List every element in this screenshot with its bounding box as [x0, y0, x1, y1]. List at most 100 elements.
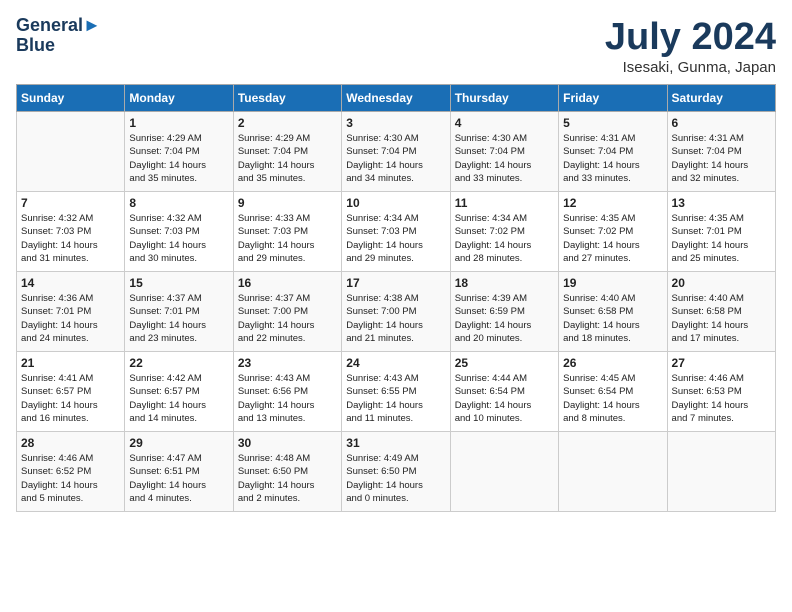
calendar-cell: [559, 432, 667, 512]
day-info: Sunrise: 4:36 AM Sunset: 7:01 PM Dayligh…: [21, 292, 120, 345]
calendar-cell: 16Sunrise: 4:37 AM Sunset: 7:00 PM Dayli…: [233, 272, 341, 352]
calendar-cell: 2Sunrise: 4:29 AM Sunset: 7:04 PM Daylig…: [233, 112, 341, 192]
calendar-cell: 20 Sunrise: 4:40 AM Sunset: 6:58 PM Dayli…: [667, 272, 775, 352]
calendar-cell: 7 Sunrise: 4:32 AM Sunset: 7:03 PM Daylig…: [17, 192, 125, 272]
day-info: Sunrise: 4:40 AM Sunset: 6:58 PM Dayligh…: [672, 292, 771, 345]
calendar-cell: 10Sunrise: 4:34 AM Sunset: 7:03 PM Dayli…: [342, 192, 450, 272]
day-number: 30: [238, 436, 337, 450]
week-row-5: 28 Sunrise: 4:46 AM Sunset: 6:52 PM Dayli…: [17, 432, 776, 512]
calendar-table: SundayMondayTuesdayWednesdayThursdayFrid…: [16, 84, 776, 512]
day-info: Sunrise: 4:38 AM Sunset: 7:00 PM Dayligh…: [346, 292, 445, 345]
day-number: 14: [21, 276, 120, 290]
day-number: 10: [346, 196, 445, 210]
day-number: 29: [129, 436, 228, 450]
calendar-cell: 25 Sunrise: 4:44 AM Sunset: 6:54 PM Dayli…: [450, 352, 558, 432]
day-number: 15: [129, 276, 228, 290]
calendar-cell: 19 Sunrise: 4:40 AM Sunset: 6:58 PM Dayli…: [559, 272, 667, 352]
calendar-cell: 11 Sunrise: 4:34 AM Sunset: 7:02 PM Dayli…: [450, 192, 558, 272]
day-info: Sunrise: 4:46 AM Sunset: 6:53 PM Dayligh…: [672, 372, 771, 425]
day-number: 12: [563, 196, 662, 210]
calendar-cell: 17Sunrise: 4:38 AM Sunset: 7:00 PM Dayli…: [342, 272, 450, 352]
day-header-monday: Monday: [125, 85, 233, 112]
day-info: Sunrise: 4:40 AM Sunset: 6:58 PM Dayligh…: [563, 292, 662, 345]
day-info: Sunrise: 4:39 AM Sunset: 6:59 PM Dayligh…: [455, 292, 554, 345]
calendar-cell: 31 Sunrise: 4:49 AM Sunset: 6:50 PM Dayli…: [342, 432, 450, 512]
month-title: July 2024: [605, 16, 776, 59]
calendar-header: SundayMondayTuesdayWednesdayThursdayFrid…: [17, 85, 776, 112]
day-number: 9: [238, 196, 337, 210]
day-number: 23: [238, 356, 337, 370]
day-number: 4: [455, 116, 554, 130]
day-header-thursday: Thursday: [450, 85, 558, 112]
calendar-cell: [667, 432, 775, 512]
calendar-cell: 26Sunrise: 4:45 AM Sunset: 6:54 PM Dayli…: [559, 352, 667, 432]
day-number: 24: [346, 356, 445, 370]
calendar-cell: 27 Sunrise: 4:46 AM Sunset: 6:53 PM Dayli…: [667, 352, 775, 432]
calendar-cell: 21Sunrise: 4:41 AM Sunset: 6:57 PM Dayli…: [17, 352, 125, 432]
day-number: 11: [455, 196, 554, 210]
day-info: Sunrise: 4:32 AM Sunset: 7:03 PM Dayligh…: [21, 212, 120, 265]
day-info: Sunrise: 4:29 AM Sunset: 7:04 PM Dayligh…: [129, 132, 228, 185]
calendar-body: 1Sunrise: 4:29 AM Sunset: 7:04 PM Daylig…: [17, 112, 776, 512]
calendar-cell: 4Sunrise: 4:30 AM Sunset: 7:04 PM Daylig…: [450, 112, 558, 192]
day-info: Sunrise: 4:43 AM Sunset: 6:55 PM Dayligh…: [346, 372, 445, 425]
header-row: SundayMondayTuesdayWednesdayThursdayFrid…: [17, 85, 776, 112]
day-header-tuesday: Tuesday: [233, 85, 341, 112]
day-info: Sunrise: 4:35 AM Sunset: 7:01 PM Dayligh…: [672, 212, 771, 265]
day-info: Sunrise: 4:34 AM Sunset: 7:02 PM Dayligh…: [455, 212, 554, 265]
calendar-cell: 5Sunrise: 4:31 AM Sunset: 7:04 PM Daylig…: [559, 112, 667, 192]
day-number: 22: [129, 356, 228, 370]
day-number: 27: [672, 356, 771, 370]
day-info: Sunrise: 4:47 AM Sunset: 6:51 PM Dayligh…: [129, 452, 228, 505]
day-info: Sunrise: 4:48 AM Sunset: 6:50 PM Dayligh…: [238, 452, 337, 505]
day-number: 16: [238, 276, 337, 290]
day-number: 26: [563, 356, 662, 370]
day-number: 18: [455, 276, 554, 290]
calendar-cell: [17, 112, 125, 192]
day-info: Sunrise: 4:43 AM Sunset: 6:56 PM Dayligh…: [238, 372, 337, 425]
day-header-saturday: Saturday: [667, 85, 775, 112]
day-info: Sunrise: 4:30 AM Sunset: 7:04 PM Dayligh…: [346, 132, 445, 185]
day-number: 25: [455, 356, 554, 370]
day-number: 7: [21, 196, 120, 210]
calendar-cell: 8Sunrise: 4:32 AM Sunset: 7:03 PM Daylig…: [125, 192, 233, 272]
day-info: Sunrise: 4:49 AM Sunset: 6:50 PM Dayligh…: [346, 452, 445, 505]
calendar-cell: 24 Sunrise: 4:43 AM Sunset: 6:55 PM Dayli…: [342, 352, 450, 432]
calendar-cell: 22 Sunrise: 4:42 AM Sunset: 6:57 PM Dayli…: [125, 352, 233, 432]
day-number: 3: [346, 116, 445, 130]
page-header: General►Blue July 2024 Isesaki, Gunma, J…: [16, 16, 776, 76]
calendar-cell: 12 Sunrise: 4:35 AM Sunset: 7:02 PM Dayli…: [559, 192, 667, 272]
calendar-cell: 15 Sunrise: 4:37 AM Sunset: 7:01 PM Dayli…: [125, 272, 233, 352]
day-number: 6: [672, 116, 771, 130]
calendar-cell: 1Sunrise: 4:29 AM Sunset: 7:04 PM Daylig…: [125, 112, 233, 192]
day-header-sunday: Sunday: [17, 85, 125, 112]
calendar-cell: 14 Sunrise: 4:36 AM Sunset: 7:01 PM Dayli…: [17, 272, 125, 352]
day-info: Sunrise: 4:42 AM Sunset: 6:57 PM Dayligh…: [129, 372, 228, 425]
day-header-friday: Friday: [559, 85, 667, 112]
location-subtitle: Isesaki, Gunma, Japan: [605, 59, 776, 76]
day-number: 19: [563, 276, 662, 290]
calendar-cell: 6Sunrise: 4:31 AM Sunset: 7:04 PM Daylig…: [667, 112, 775, 192]
week-row-3: 14 Sunrise: 4:36 AM Sunset: 7:01 PM Dayli…: [17, 272, 776, 352]
day-number: 2: [238, 116, 337, 130]
day-info: Sunrise: 4:33 AM Sunset: 7:03 PM Dayligh…: [238, 212, 337, 265]
day-info: Sunrise: 4:35 AM Sunset: 7:02 PM Dayligh…: [563, 212, 662, 265]
calendar-cell: 29 Sunrise: 4:47 AM Sunset: 6:51 PM Dayli…: [125, 432, 233, 512]
calendar-cell: 13 Sunrise: 4:35 AM Sunset: 7:01 PM Dayli…: [667, 192, 775, 272]
calendar-cell: [450, 432, 558, 512]
day-number: 13: [672, 196, 771, 210]
day-number: 28: [21, 436, 120, 450]
calendar-cell: 28 Sunrise: 4:46 AM Sunset: 6:52 PM Dayli…: [17, 432, 125, 512]
week-row-1: 1Sunrise: 4:29 AM Sunset: 7:04 PM Daylig…: [17, 112, 776, 192]
day-number: 31: [346, 436, 445, 450]
day-info: Sunrise: 4:46 AM Sunset: 6:52 PM Dayligh…: [21, 452, 120, 505]
day-number: 5: [563, 116, 662, 130]
calendar-cell: 9 Sunrise: 4:33 AM Sunset: 7:03 PM Daylig…: [233, 192, 341, 272]
day-info: Sunrise: 4:37 AM Sunset: 7:01 PM Dayligh…: [129, 292, 228, 345]
day-info: Sunrise: 4:44 AM Sunset: 6:54 PM Dayligh…: [455, 372, 554, 425]
calendar-cell: 30 Sunrise: 4:48 AM Sunset: 6:50 PM Dayli…: [233, 432, 341, 512]
calendar-cell: 18 Sunrise: 4:39 AM Sunset: 6:59 PM Dayli…: [450, 272, 558, 352]
week-row-4: 21Sunrise: 4:41 AM Sunset: 6:57 PM Dayli…: [17, 352, 776, 432]
day-info: Sunrise: 4:32 AM Sunset: 7:03 PM Dayligh…: [129, 212, 228, 265]
day-number: 20: [672, 276, 771, 290]
